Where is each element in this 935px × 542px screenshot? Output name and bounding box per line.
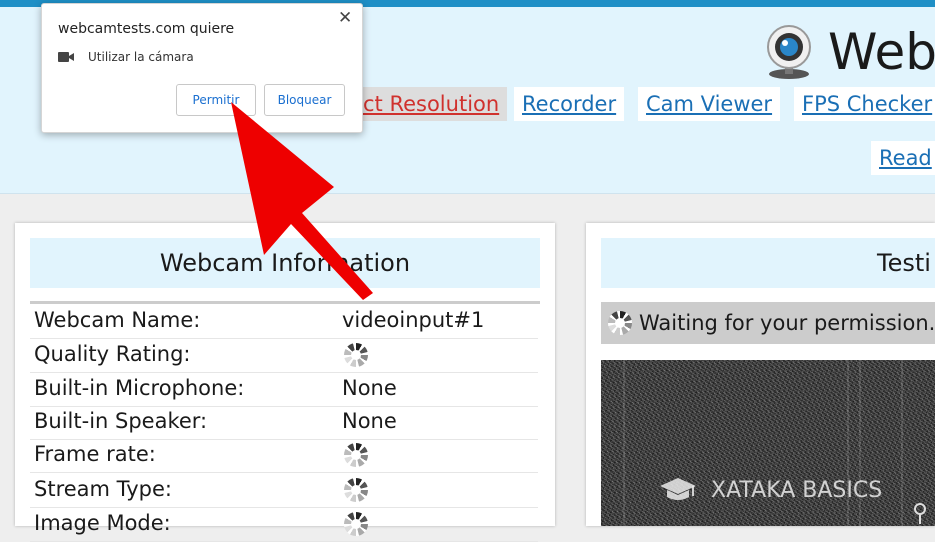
arrow-annotation: [231, 102, 373, 300]
